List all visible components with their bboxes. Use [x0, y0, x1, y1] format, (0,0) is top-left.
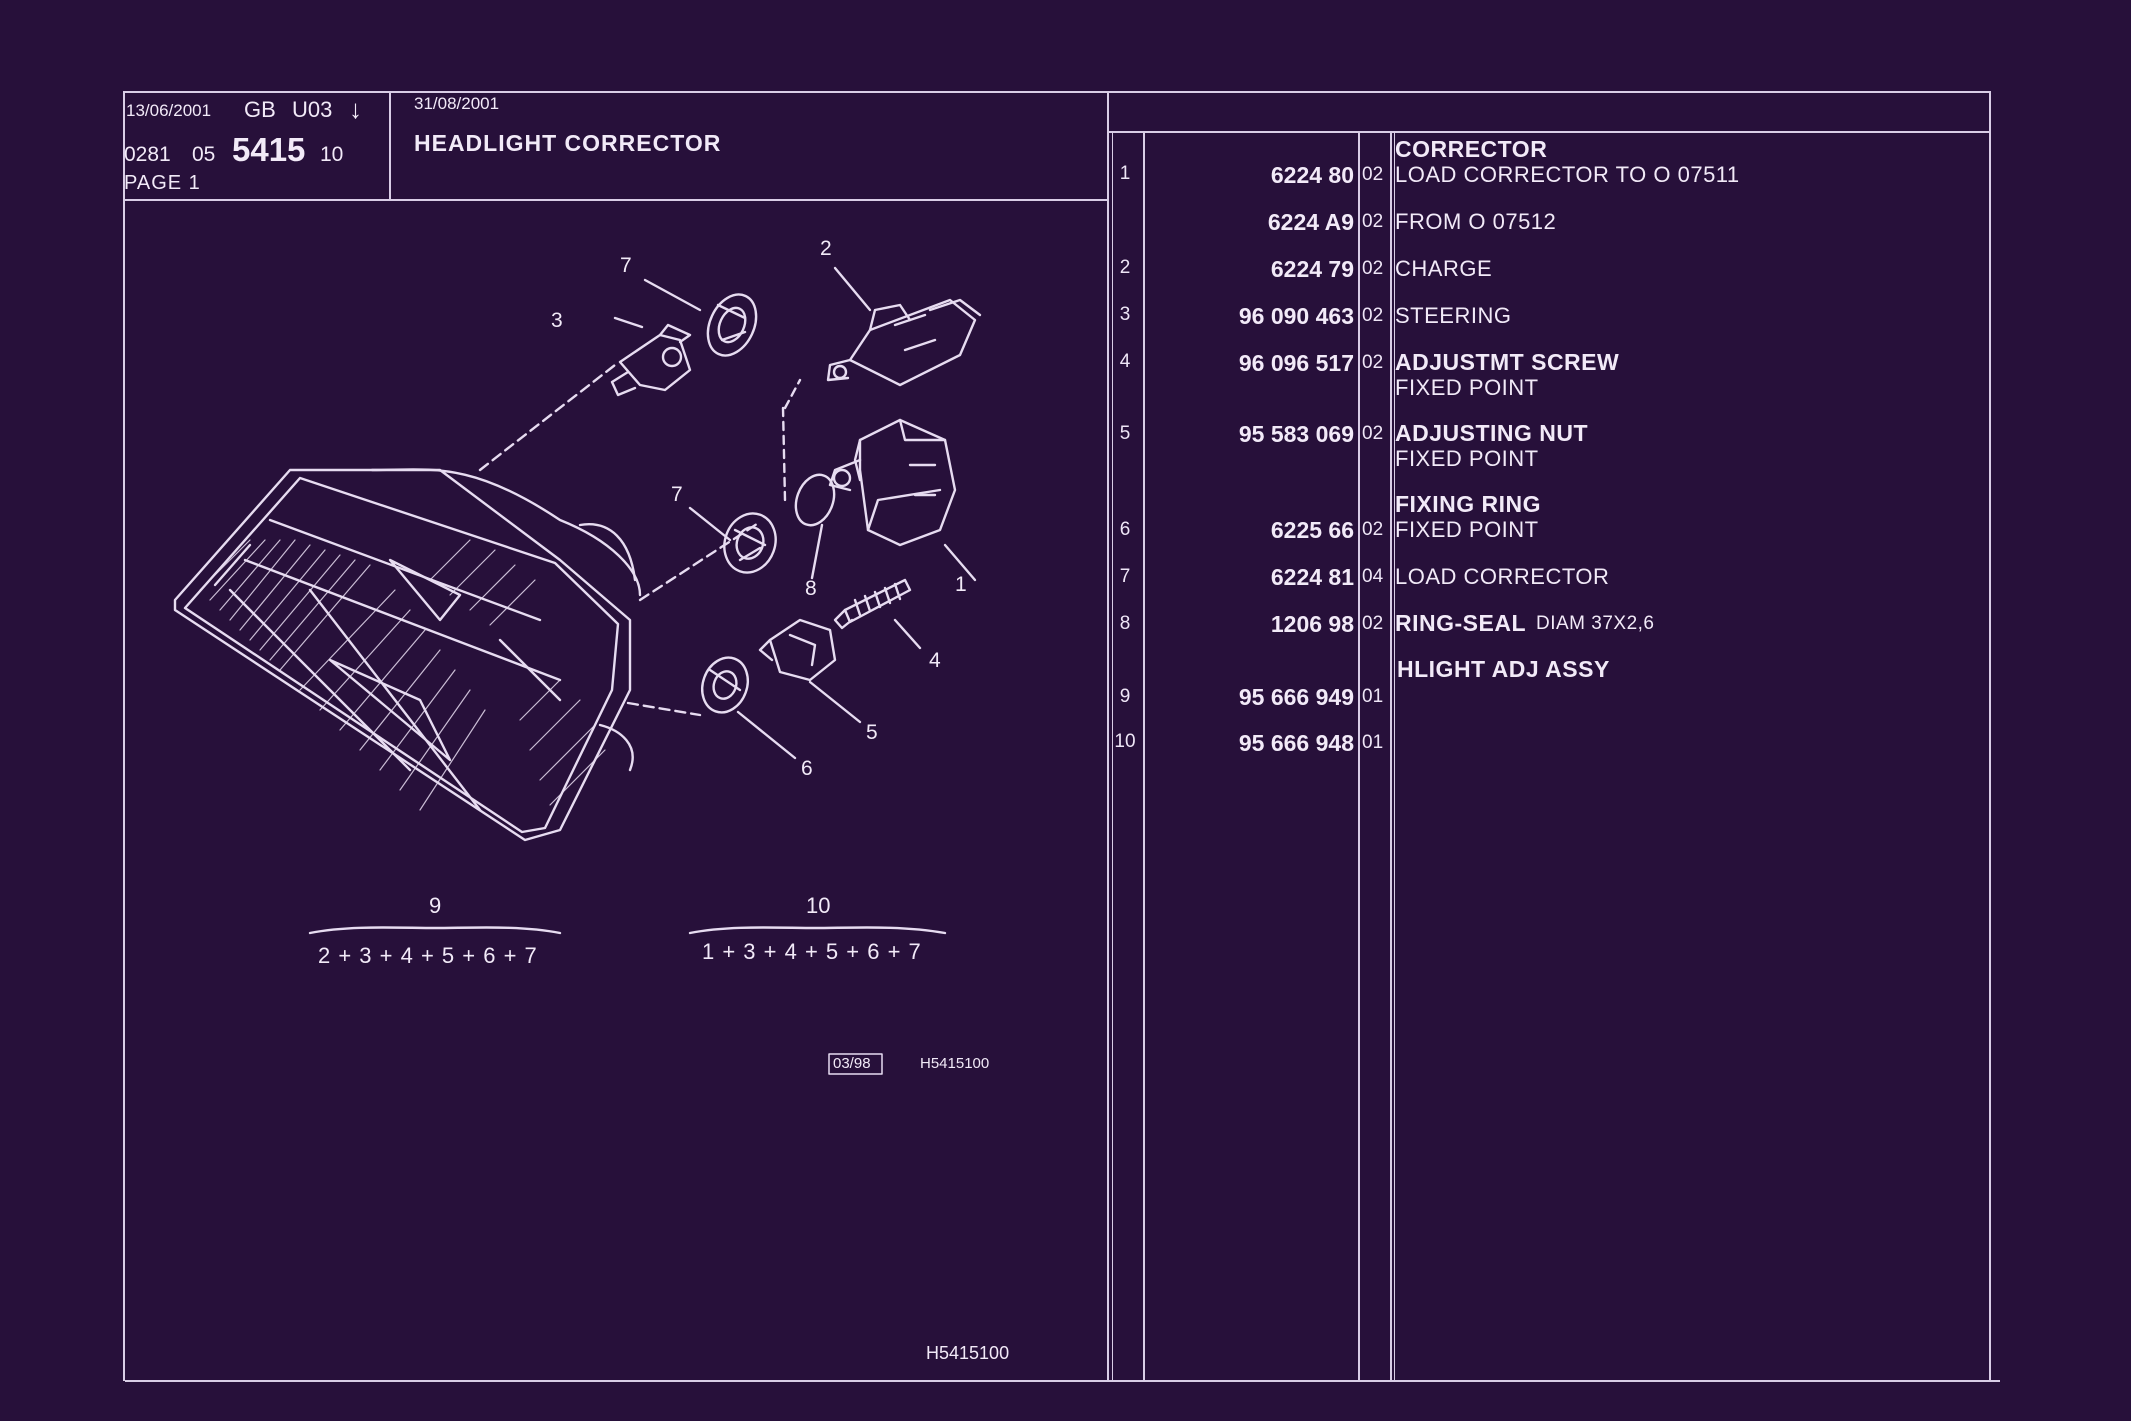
part-number: 6224 A9	[1267, 209, 1354, 235]
quantity: 01	[1362, 686, 1384, 707]
callout-2: 2	[820, 237, 832, 260]
description: RING-SEAL	[1395, 610, 1526, 636]
description: HLIGHT ADJ ASSY	[1397, 656, 1610, 682]
part-7-ring-icon	[706, 293, 758, 357]
footer-ref: H5415100	[926, 1343, 1010, 1363]
quantity: 02	[1362, 164, 1384, 185]
assembly-9-formula: 2 + 3 + 4 + 5 + 6 + 7	[318, 943, 538, 968]
quantity: 02	[1362, 423, 1384, 444]
part-number: 6224 80	[1270, 162, 1354, 188]
quantity: 02	[1362, 211, 1384, 232]
sub-description: FIXED POINT	[1395, 446, 1539, 471]
exploded-diagram	[173, 266, 982, 1075]
quantity: 04	[1362, 566, 1384, 587]
row-index: 2	[1119, 257, 1131, 278]
row-index: 9	[1119, 686, 1131, 707]
quantity: 02	[1362, 519, 1384, 540]
part-4-screw-icon	[833, 578, 912, 630]
quantity: 02	[1362, 352, 1384, 373]
assembly-9-label: 9	[429, 893, 442, 918]
row-index: 8	[1119, 613, 1131, 634]
extra-description: DIAM 37X2,6	[1536, 613, 1655, 634]
row-index: 5	[1119, 423, 1131, 444]
description: STEERING	[1395, 303, 1512, 328]
callout-7-lower: 7	[671, 483, 683, 506]
sub-description: FIXED POINT	[1395, 375, 1539, 400]
description: FIXING RING	[1395, 491, 1542, 517]
part-1-icon	[828, 418, 957, 547]
quantity: 02	[1362, 258, 1384, 279]
part-number: 6224 79	[1270, 256, 1354, 282]
assembly-10-label: 10	[806, 893, 831, 918]
part-number: 1206 98	[1270, 611, 1354, 637]
callout-8: 8	[805, 577, 817, 600]
callout-5: 5	[866, 721, 878, 744]
part-number: 95 583 069	[1238, 421, 1354, 447]
callout-4: 4	[929, 649, 941, 672]
row-index: 1	[1119, 163, 1131, 184]
part-number: 6224 81	[1270, 564, 1354, 590]
part-5-nut-icon	[758, 618, 837, 682]
quantity: 02	[1362, 613, 1384, 634]
part-number: 96 096 517	[1238, 350, 1354, 376]
part-number: 96 090 463	[1238, 303, 1354, 329]
description: ADJUSTING NUT	[1395, 420, 1589, 446]
description: CHARGE	[1395, 256, 1493, 281]
callout-7-top: 7	[620, 254, 632, 277]
description: LOAD CORRECTOR	[1395, 564, 1610, 589]
callout-3: 3	[551, 309, 563, 332]
row-index: 7	[1119, 566, 1131, 587]
part-2-icon	[826, 298, 982, 387]
description: FIXED POINT	[1395, 517, 1539, 542]
part-6-ring-icon	[701, 656, 749, 714]
date-box-label: 03/98	[833, 1055, 871, 1072]
part-number: 6225 66	[1270, 517, 1354, 543]
callout-1: 1	[955, 573, 967, 596]
callout-6: 6	[801, 757, 813, 780]
parts-heading: CORRECTOR	[1395, 136, 1548, 162]
drawing-ref: H5415100	[920, 1055, 990, 1072]
part-number: 95 666 949	[1238, 684, 1354, 710]
row-index: 3	[1119, 304, 1131, 325]
quantity: 02	[1362, 305, 1384, 326]
description: ADJUSTMT SCREW	[1395, 349, 1620, 375]
assembly-10-formula: 1 + 3 + 4 + 5 + 6 + 7	[702, 939, 922, 964]
part-3-icon	[610, 323, 692, 397]
description: LOAD CORRECTOR TO O 07511	[1395, 162, 1740, 187]
row-index: 10	[1114, 731, 1136, 752]
part-number: 95 666 948	[1238, 730, 1354, 756]
quantity: 01	[1362, 732, 1384, 753]
description: FROM O 07512	[1395, 209, 1557, 234]
row-index: 6	[1119, 519, 1131, 540]
row-index: 4	[1119, 351, 1131, 372]
